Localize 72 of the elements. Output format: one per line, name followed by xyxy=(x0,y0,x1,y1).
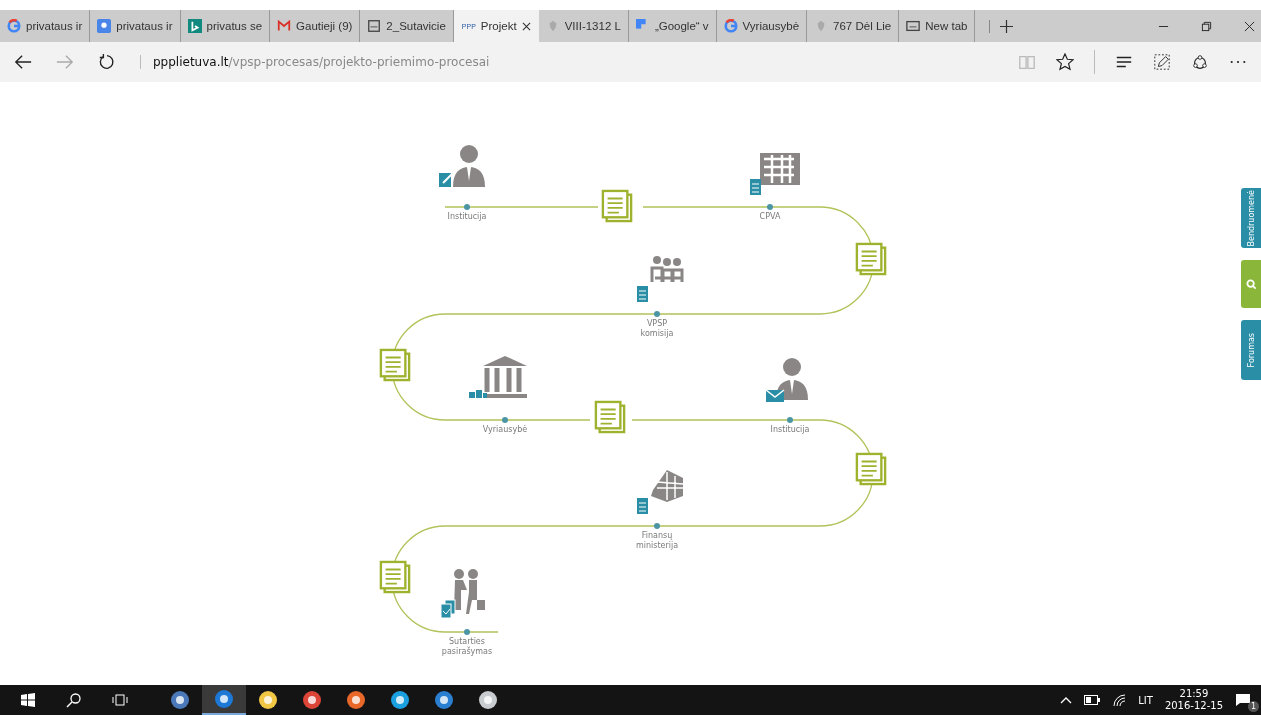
google-icon xyxy=(723,19,738,33)
checklist-icon xyxy=(750,179,761,195)
language-indicator[interactable]: LIT xyxy=(1138,694,1153,706)
signed-documents-icon xyxy=(440,599,456,619)
node-label: Finansų ministerija xyxy=(634,531,680,551)
app-icon xyxy=(302,690,322,710)
search-icon xyxy=(1245,278,1257,290)
bing-icon xyxy=(187,19,202,33)
back-icon[interactable] xyxy=(14,53,32,71)
document-icon xyxy=(855,242,887,276)
node-dot xyxy=(502,417,508,423)
document-icon xyxy=(855,452,887,486)
envelope-icon xyxy=(765,389,785,402)
handshake-icon xyxy=(454,569,485,614)
node-label: Sutarties pasirašymas xyxy=(440,637,494,657)
map-icon xyxy=(97,19,112,33)
node-dot xyxy=(654,523,660,529)
app-icon xyxy=(390,690,410,710)
wifi-icon[interactable] xyxy=(1112,693,1127,707)
person-icon xyxy=(776,358,808,400)
app-icon xyxy=(258,690,278,710)
app-icon xyxy=(434,690,454,710)
battery-icon[interactable] xyxy=(1084,695,1101,705)
document-icon xyxy=(379,348,411,382)
checklist-icon xyxy=(637,498,648,514)
node-label: Vyriausybė xyxy=(481,425,529,435)
address-field[interactable]: ppplietuva.lt/vpsp-procesas/projekto-priemimo-procesai xyxy=(140,55,490,69)
node-label: Institucija xyxy=(446,212,488,222)
building-icon xyxy=(760,153,800,185)
person-icon xyxy=(453,145,485,187)
message-icon xyxy=(1235,693,1251,707)
money-icon xyxy=(469,390,487,398)
app-icon xyxy=(346,690,366,710)
new-tab-icon[interactable] xyxy=(989,19,1014,33)
side-tab[interactable]: Forumas xyxy=(1241,320,1261,380)
meeting-icon xyxy=(650,256,685,284)
document-icon xyxy=(367,19,382,33)
start-icon[interactable] xyxy=(20,692,36,708)
star-icon[interactable] xyxy=(1056,53,1074,71)
app-icon xyxy=(478,690,498,710)
close-icon[interactable] xyxy=(1244,20,1255,32)
mail-icon xyxy=(277,19,292,33)
document-icon xyxy=(379,560,411,594)
government-building-icon xyxy=(483,356,527,398)
document-icon xyxy=(594,400,626,434)
node-dot xyxy=(787,417,793,423)
node-dot xyxy=(464,204,470,210)
app-icon xyxy=(170,690,190,710)
clipboard-pen-icon xyxy=(439,172,454,187)
document-icon xyxy=(601,189,633,223)
node-label: Institucija xyxy=(769,425,811,435)
search-icon[interactable] xyxy=(66,692,82,708)
refresh-icon[interactable] xyxy=(98,53,116,71)
building-icon xyxy=(651,470,684,502)
node-dot xyxy=(654,311,660,317)
node-label: CPVA xyxy=(758,212,782,222)
new-tab-icon xyxy=(906,19,921,33)
restore-icon[interactable] xyxy=(1201,20,1212,32)
side-tab[interactable]: Bendruomenė xyxy=(1241,188,1261,248)
checklist-icon xyxy=(637,286,648,302)
taskbar-app[interactable] xyxy=(202,685,246,715)
clock[interactable]: 21:59 2016-12-15 xyxy=(1164,688,1223,712)
google-icon xyxy=(7,19,21,33)
pen-icon[interactable] xyxy=(1153,53,1171,71)
share-icon[interactable] xyxy=(1191,53,1209,71)
task-view-icon[interactable] xyxy=(112,692,128,708)
node-dot xyxy=(464,629,470,635)
node-dot xyxy=(767,204,773,210)
close-icon[interactable] xyxy=(521,21,531,31)
notification-count: 1 xyxy=(1248,701,1259,712)
app-icon xyxy=(214,689,234,709)
node-label: VPSP komisija xyxy=(639,319,675,339)
